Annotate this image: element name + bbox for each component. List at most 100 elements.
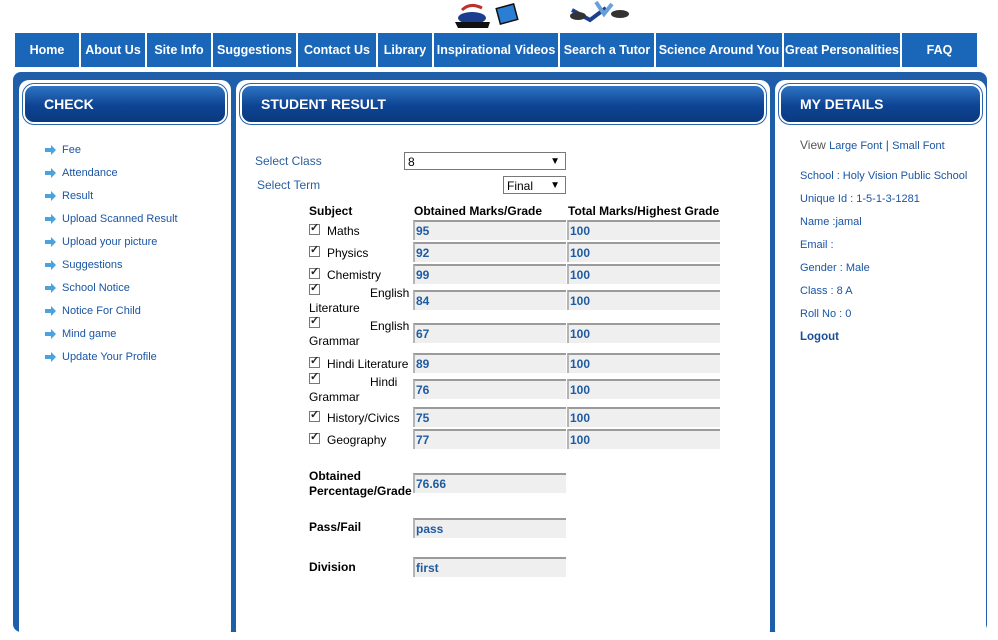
arrow-right-icon bbox=[45, 351, 56, 362]
total-marks-field: 100 bbox=[567, 242, 720, 262]
total-marks-field: 100 bbox=[567, 407, 720, 427]
nav-about-us[interactable]: About Us bbox=[81, 33, 145, 67]
check-menu-item-mind-game[interactable]: Mind game bbox=[45, 322, 178, 345]
select-class-label: Select Class bbox=[255, 154, 322, 168]
small-font-link[interactable]: Small Font bbox=[892, 140, 945, 152]
subject-checkbox[interactable] bbox=[309, 408, 320, 422]
class-info: Class : 8 A bbox=[800, 285, 853, 297]
arrow-right-icon bbox=[45, 190, 56, 201]
check-menu-item-fee[interactable]: Fee bbox=[45, 138, 178, 161]
total-marks-field: 100 bbox=[567, 429, 720, 449]
obtained-marks-field: 95 bbox=[413, 220, 566, 240]
arrow-right-icon bbox=[45, 144, 56, 155]
arrow-right-icon bbox=[45, 213, 56, 224]
subject-name-line1: Hindi bbox=[370, 375, 398, 389]
arrow-right-icon bbox=[45, 282, 56, 293]
arrow-right-icon bbox=[45, 236, 56, 247]
nav-site-info[interactable]: Site Info bbox=[147, 33, 211, 67]
subject-name: Maths bbox=[327, 224, 360, 238]
check-menu-item-suggestions[interactable]: Suggestions bbox=[45, 253, 178, 276]
subject-name: Chemistry bbox=[327, 268, 382, 282]
font-separator: | bbox=[885, 138, 889, 152]
select-term-label: Select Term bbox=[257, 178, 321, 192]
obtained-marks-field: 89 bbox=[413, 353, 566, 373]
nav-great-personalities[interactable]: Great Personalities bbox=[784, 33, 900, 67]
cartoon-figure-left bbox=[455, 3, 519, 28]
subject-checkbox[interactable] bbox=[309, 281, 320, 295]
nav-contact-us[interactable]: Contact Us bbox=[298, 33, 376, 67]
cartoon-figure-right bbox=[570, 0, 629, 23]
check-menu-label: Upload your picture bbox=[62, 235, 158, 248]
check-menu-label: Upload Scanned Result bbox=[62, 212, 178, 225]
subject-checkbox[interactable] bbox=[309, 243, 320, 257]
check-menu-item-attendance[interactable]: Attendance bbox=[45, 161, 178, 184]
roll-info: Roll No : 0 bbox=[800, 308, 852, 320]
percentage-value: 76.66 bbox=[413, 473, 566, 493]
subject-name-line1: English bbox=[370, 319, 410, 333]
school-info: School : Holy Vision Public School bbox=[800, 170, 968, 182]
nav-suggestions[interactable]: Suggestions bbox=[213, 33, 296, 67]
nav-science-around-you[interactable]: Science Around You bbox=[656, 33, 782, 67]
subject-checkbox[interactable] bbox=[309, 221, 320, 235]
my-details-header: MY DETAILS bbox=[781, 86, 980, 122]
gender-info: Gender : Male bbox=[800, 262, 870, 274]
total-marks-field: 100 bbox=[567, 323, 720, 343]
check-menu-label: Attendance bbox=[62, 166, 118, 179]
check-menu-label: School Notice bbox=[62, 281, 130, 294]
view-label: View bbox=[800, 138, 826, 152]
total-marks-field: 100 bbox=[567, 220, 720, 240]
division-label: Division bbox=[309, 560, 356, 574]
obtained-marks-field: 67 bbox=[413, 323, 566, 343]
total-marks-field: 100 bbox=[567, 353, 720, 373]
student-result-header: STUDENT RESULT bbox=[242, 86, 764, 122]
my-details-panel: MY DETAILS View Large Font | Small Font … bbox=[775, 80, 986, 640]
subject-checkbox[interactable] bbox=[309, 265, 320, 279]
total-marks-field: 100 bbox=[567, 264, 720, 284]
check-menu-item-upload-your-picture[interactable]: Upload your picture bbox=[45, 230, 178, 253]
large-font-link[interactable]: Large Font bbox=[829, 140, 882, 152]
total-marks-field: 100 bbox=[567, 290, 720, 310]
arrow-right-icon bbox=[45, 259, 56, 270]
font-size-controls: View Large Font | Small Font bbox=[800, 138, 945, 152]
check-menu-item-update-your-profile[interactable]: Update Your Profile bbox=[45, 345, 178, 368]
subject-checkbox[interactable] bbox=[309, 354, 320, 368]
obtained-marks-field: 76 bbox=[413, 379, 566, 399]
passfail-label: Pass/Fail bbox=[309, 520, 362, 534]
subject-checkbox[interactable] bbox=[309, 370, 320, 384]
column-header-subject: Subject bbox=[309, 204, 353, 218]
obtained-marks-field: 92 bbox=[413, 242, 566, 262]
nav-home[interactable]: Home bbox=[15, 33, 79, 67]
logout-link[interactable]: Logout bbox=[800, 331, 839, 343]
subject-checkbox[interactable] bbox=[309, 430, 320, 444]
nav-inspirational-videos[interactable]: Inspirational Videos bbox=[434, 33, 558, 67]
check-menu-label: Mind game bbox=[62, 327, 117, 340]
subject-name: Physics bbox=[327, 246, 369, 260]
percentage-label-line1: Obtained bbox=[309, 469, 362, 483]
check-menu-label: Update Your Profile bbox=[62, 350, 157, 363]
unique-id-info: Unique Id : 1-5-1-3-1281 bbox=[800, 193, 920, 205]
chevron-down-icon: ▼ bbox=[550, 180, 560, 191]
check-menu-item-result[interactable]: Result bbox=[45, 184, 178, 207]
check-panel-header: CHECK bbox=[25, 86, 225, 122]
subject-name: Geography bbox=[327, 433, 387, 447]
nav-library[interactable]: Library bbox=[378, 33, 432, 67]
check-menu-item-notice-for-child[interactable]: Notice For Child bbox=[45, 299, 178, 322]
column-header-obtained: Obtained Marks/Grade bbox=[414, 204, 543, 218]
check-menu-label: Notice For Child bbox=[62, 304, 141, 317]
main-navigation: Home About Us Site Info Suggestions Contact … bbox=[15, 33, 985, 67]
obtained-marks-field: 84 bbox=[413, 290, 566, 310]
total-marks-field: 100 bbox=[567, 379, 720, 399]
header-cartoon-image bbox=[455, 0, 629, 28]
select-term-dropdown[interactable]: Final ▼ bbox=[503, 176, 566, 194]
select-class-dropdown[interactable]: 8 ▼ bbox=[404, 152, 566, 170]
subject-name: History/Civics bbox=[327, 411, 400, 425]
nav-faq[interactable]: FAQ bbox=[902, 33, 977, 67]
percentage-label: Obtained Percentage/Grade bbox=[309, 469, 412, 499]
check-menu-item-school-notice[interactable]: School Notice bbox=[45, 276, 178, 299]
check-menu-item-upload-scanned-result[interactable]: Upload Scanned Result bbox=[45, 207, 178, 230]
arrow-right-icon bbox=[45, 328, 56, 339]
check-panel: CHECK Fee Attendance Result Upload Scanned … bbox=[19, 80, 231, 640]
nav-search-a-tutor[interactable]: Search a Tutor bbox=[560, 33, 654, 67]
subject-name-line2: Grammar bbox=[309, 390, 360, 404]
subject-checkbox[interactable] bbox=[309, 314, 320, 328]
